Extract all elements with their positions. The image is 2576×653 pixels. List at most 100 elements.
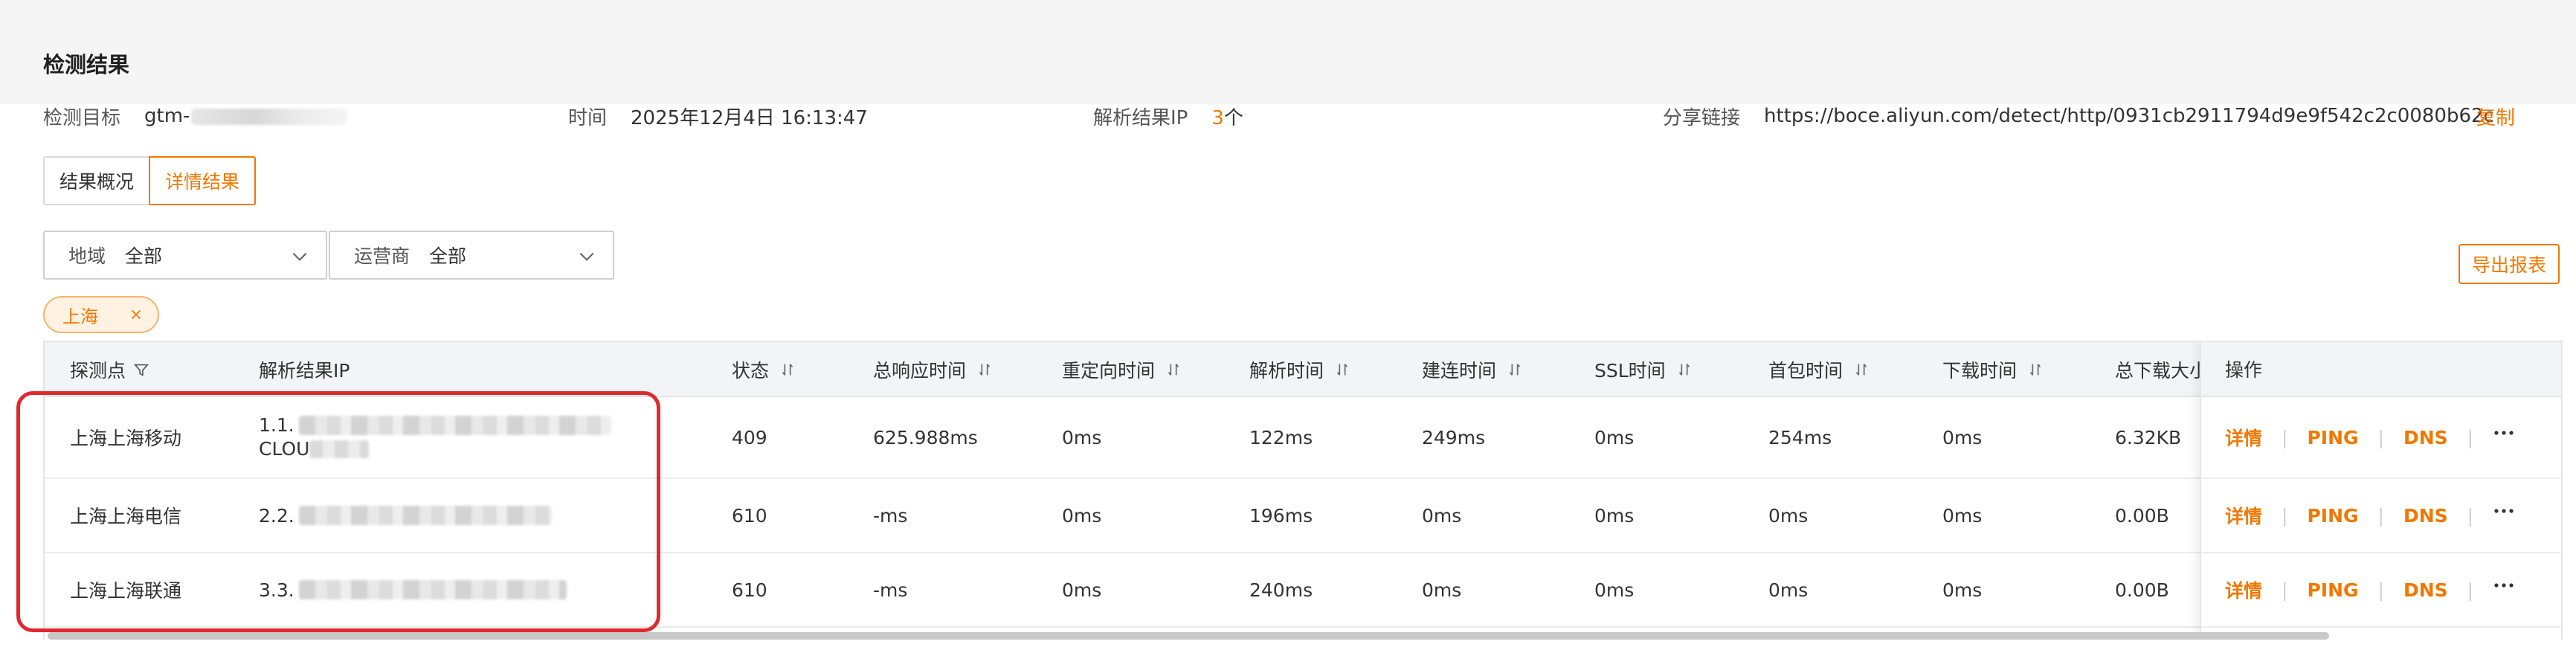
cell-ssl-time: 0ms: [1594, 579, 1635, 601]
cell-total-time: -ms: [873, 504, 908, 527]
cell-status: 409: [732, 426, 767, 448]
cell-dns-time: 196ms: [1249, 504, 1313, 527]
row-actions: 详情 | PING | DNS |: [2201, 553, 2561, 628]
region-select-value: 全部: [125, 245, 163, 267]
more-icon[interactable]: [2493, 429, 2515, 437]
export-report-button[interactable]: 导出报表: [2459, 244, 2560, 284]
col-total-time: 总响应时间: [873, 342, 993, 397]
resolved-ip-count: 解析结果IP 3个: [1093, 101, 1243, 131]
resolved-ip-label: 解析结果IP: [1093, 106, 1188, 129]
cell-probe: 上海上海电信: [70, 506, 182, 527]
header-band: [0, 0, 2576, 104]
row-actions: 详情 | PING | DNS |: [2201, 479, 2561, 553]
col-download-time: 下载时间: [1942, 342, 2044, 397]
divider: |: [2282, 426, 2288, 448]
ping-link[interactable]: PING: [2307, 579, 2358, 601]
share-link-label: 分享链接: [1663, 106, 1741, 129]
detail-link[interactable]: 详情: [2225, 502, 2262, 529]
resolved-ip-count-value: 3: [1211, 106, 1224, 129]
cell-ssl-time: 0ms: [1594, 504, 1635, 527]
more-icon[interactable]: [2493, 582, 2515, 589]
sort-icon[interactable]: [1165, 361, 1182, 378]
isp-select-value: 全部: [429, 245, 467, 267]
sort-icon[interactable]: [976, 361, 993, 378]
redacted-ip: [298, 506, 552, 525]
sort-icon[interactable]: [1507, 361, 1523, 378]
cell-resolved-ip: 2.2.: [259, 479, 552, 552]
col-redirect-time: 重定向时间: [1062, 342, 1182, 397]
cell-probe: 上海上海移动: [70, 428, 182, 449]
cell-first-byte-time: 0ms: [1768, 579, 1809, 601]
horizontal-scrollbar[interactable]: [48, 632, 2329, 640]
filter-tag-shanghai: 上海: [43, 296, 159, 333]
more-icon[interactable]: [2493, 507, 2515, 515]
filter-icon[interactable]: [133, 361, 149, 378]
chevron-down-icon: [579, 252, 594, 261]
sort-icon[interactable]: [779, 361, 796, 378]
resolved-ip-unit: 个: [1223, 106, 1243, 129]
operations-column: 操作 详情 | PING | DNS | 详情 | PING | DNS | 详…: [2200, 342, 2561, 640]
isp-select-label: 运营商: [354, 245, 410, 267]
cell-resolved-ip: 1.1. CLOU: [259, 397, 611, 477]
col-status: 状态: [732, 342, 796, 397]
divider: |: [2377, 426, 2384, 448]
detect-time-label: 时间: [568, 106, 608, 129]
cell-connect-time: 0ms: [1422, 504, 1462, 527]
detect-time: 时间 2025年12月4日 16:13:47: [568, 101, 868, 131]
results-table: 探测点 解析结果IP 状态 总响应时间 重定向时间 解析时间 建连时间 SSL时…: [43, 341, 2563, 640]
dns-link[interactable]: DNS: [2403, 427, 2448, 448]
tab-overview[interactable]: 结果概况: [43, 156, 149, 205]
tab-details[interactable]: 详情结果: [149, 156, 257, 205]
copy-link-button[interactable]: 复制: [2476, 103, 2515, 130]
detail-link[interactable]: 详情: [2225, 576, 2262, 603]
cell-download-size: 6.32KB: [2115, 426, 2182, 448]
divider: |: [2377, 579, 2384, 601]
cell-download-time: 0ms: [1942, 426, 1983, 448]
detail-link[interactable]: 详情: [2225, 424, 2262, 451]
col-download-size: 总下载大小: [2115, 360, 2209, 382]
close-icon[interactable]: [128, 306, 144, 323]
col-resolved-ip: 解析结果IP: [259, 360, 350, 382]
cell-resolved-ip: 3.3.: [259, 553, 567, 626]
col-dns-time: 解析时间: [1249, 342, 1350, 397]
cell-dns-time: 122ms: [1249, 426, 1313, 448]
cell-download-time: 0ms: [1942, 504, 1983, 527]
share-link-value[interactable]: https://boce.aliyun.com/detect/http/0931…: [1764, 105, 2494, 127]
ping-link[interactable]: PING: [2307, 427, 2358, 448]
cell-redirect-time: 0ms: [1062, 504, 1102, 527]
region-select-label: 地域: [68, 245, 106, 267]
col-operations: 操作: [2201, 342, 2561, 397]
ping-link[interactable]: PING: [2307, 505, 2358, 527]
cell-download-size: 0.00B: [2115, 504, 2169, 527]
page-title: 检测结果: [43, 52, 130, 77]
cell-total-time: -ms: [873, 579, 908, 601]
sort-icon[interactable]: [1676, 361, 1693, 378]
redacted-ip: [298, 580, 567, 599]
sort-icon[interactable]: [1853, 361, 1870, 378]
dns-link[interactable]: DNS: [2403, 579, 2448, 601]
region-select[interactable]: 地域 全部: [43, 231, 327, 280]
cell-first-byte-time: 0ms: [1768, 504, 1809, 527]
detect-time-value: 2025年12月4日 16:13:47: [631, 106, 868, 129]
table-row: 上海上海电信 2.2. 610 -ms 0ms 196ms 0ms 0ms 0m…: [45, 479, 2561, 553]
col-ssl-time: SSL时间: [1594, 342, 1693, 397]
cell-status: 610: [732, 579, 767, 601]
col-connect-time: 建连时间: [1422, 342, 1523, 397]
divider: |: [2467, 426, 2474, 448]
divider: |: [2282, 504, 2288, 527]
isp-select[interactable]: 运营商 全部: [329, 231, 614, 280]
result-tabs: 结果概况 详情结果: [43, 156, 257, 205]
dns-link[interactable]: DNS: [2403, 505, 2448, 527]
filter-tag-label: 上海: [62, 306, 98, 327]
divider: |: [2282, 579, 2288, 601]
chevron-down-icon: [292, 252, 307, 261]
cell-download-time: 0ms: [1942, 579, 1983, 601]
divider: |: [2467, 579, 2474, 601]
cell-status: 610: [732, 504, 767, 527]
cell-connect-time: 249ms: [1422, 426, 1486, 448]
sort-icon[interactable]: [2027, 361, 2044, 378]
sort-icon[interactable]: [1334, 361, 1350, 378]
row-actions: 详情 | PING | DNS |: [2201, 397, 2561, 479]
redacted-domain: [191, 108, 348, 125]
divider: |: [2377, 504, 2384, 527]
